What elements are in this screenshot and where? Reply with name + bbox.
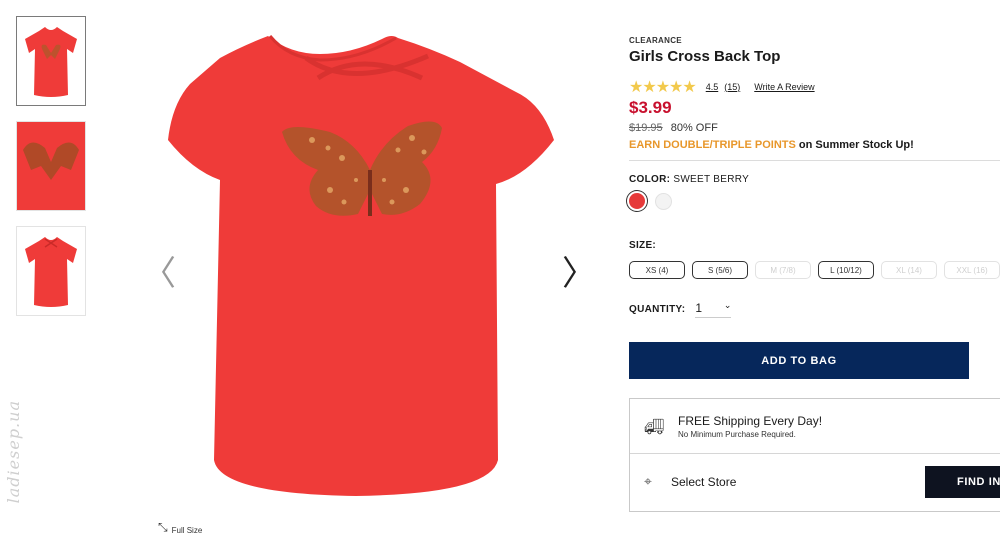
- sale-price: $3.99: [629, 98, 672, 117]
- thumbnail-detail[interactable]: [16, 121, 86, 211]
- color-label: COLOR: SWEET BERRY: [629, 174, 1000, 185]
- original-price-row: $19.95 80% OFF: [629, 122, 1000, 134]
- thumbnail-shirt-image: [25, 27, 77, 97]
- rating-row: ★★★★★ 4.5 (15) Write A Review: [629, 77, 1000, 96]
- quantity-value: 1: [695, 301, 703, 315]
- clearance-badge: CLEARANCE: [629, 36, 682, 45]
- full-size-label: Full Size: [171, 526, 203, 535]
- add-to-bag-button[interactable]: ADD TO BAG: [629, 342, 969, 379]
- watermark: ladiesep.ua: [4, 400, 23, 504]
- discount-label: 80% OFF: [670, 122, 718, 134]
- select-store-label[interactable]: Select Store: [671, 475, 736, 489]
- size-option-l[interactable]: L (10/12): [818, 261, 874, 279]
- thumbnail-front[interactable]: [16, 16, 86, 106]
- size-option-s[interactable]: S (5/6): [692, 261, 748, 279]
- chevron-down-icon: ⌄: [723, 301, 732, 311]
- size-option-xl[interactable]: XL (14): [881, 261, 937, 279]
- color-swatch-sweet-berry[interactable]: [629, 193, 645, 209]
- main-product-image: [168, 35, 554, 496]
- points-promo: EARN DOUBLE/TRIPLE POINTS on Summer Stoc…: [629, 139, 1000, 151]
- thumbnail-list: [16, 16, 86, 331]
- size-label: SIZE:: [629, 240, 657, 251]
- rating-value-link[interactable]: 4.5: [706, 82, 719, 92]
- points-text: on Summer Stock Up!: [795, 139, 914, 151]
- shipping-title: FREE Shipping Every Day!: [678, 413, 823, 428]
- size-option-xs[interactable]: XS (4): [629, 261, 685, 279]
- quantity-label: QUANTITY:: [629, 304, 686, 315]
- fulfillment-box: 🚚︎ FREE Shipping Every Day! No Minimum P…: [629, 398, 1000, 512]
- original-price: $19.95: [629, 122, 663, 134]
- thumbnail-detail-image: [17, 122, 85, 210]
- product-info-panel: CLEARANCE Girls Cross Back Top ★★★★★ 4.5…: [629, 36, 1000, 512]
- color-swatch-white[interactable]: [655, 193, 672, 210]
- divider: [629, 160, 1000, 161]
- expand-icon: ⤡: [158, 520, 168, 534]
- quantity-select[interactable]: 1 ⌄: [695, 301, 732, 318]
- full-size-link[interactable]: ⤡ Full Size: [158, 520, 202, 535]
- points-highlight: EARN DOUBLE/TRIPLE POINTS: [629, 139, 796, 151]
- size-options: XS (4) S (5/6) M (7/8) L (10/12) XL (14)…: [629, 261, 1000, 279]
- product-title: Girls Cross Back Top: [629, 48, 781, 65]
- location-pin-icon: ⌖: [644, 474, 652, 490]
- thumbnail-back[interactable]: [16, 226, 86, 316]
- size-selector: SIZE: XS (4) S (5/6) M (7/8) L (10/12) X…: [629, 240, 1000, 279]
- shipping-subtitle: No Minimum Purchase Required.: [678, 429, 796, 439]
- star-rating-icon: ★★★★★: [629, 77, 697, 96]
- thumbnail-back-image: [25, 237, 77, 307]
- color-selector: COLOR: SWEET BERRY: [629, 174, 1000, 210]
- quantity-row: QUANTITY: 1 ⌄: [629, 301, 1000, 318]
- write-review-link[interactable]: Write A Review: [754, 82, 814, 92]
- truck-icon: 🚚︎: [644, 416, 665, 436]
- color-swatches: [629, 193, 1000, 210]
- store-selector: ⌖ Select Store FIND IN: [630, 454, 1000, 510]
- review-count-link[interactable]: (15): [724, 82, 740, 92]
- color-label-text: COLOR:: [629, 174, 671, 185]
- size-option-xxl[interactable]: XXL (16): [944, 261, 1000, 279]
- shipping-info: 🚚︎ FREE Shipping Every Day! No Minimum P…: [630, 399, 1000, 454]
- find-in-store-button[interactable]: FIND IN: [925, 466, 1000, 498]
- color-value: SWEET BERRY: [673, 174, 750, 185]
- size-option-m[interactable]: M (7/8): [755, 261, 811, 279]
